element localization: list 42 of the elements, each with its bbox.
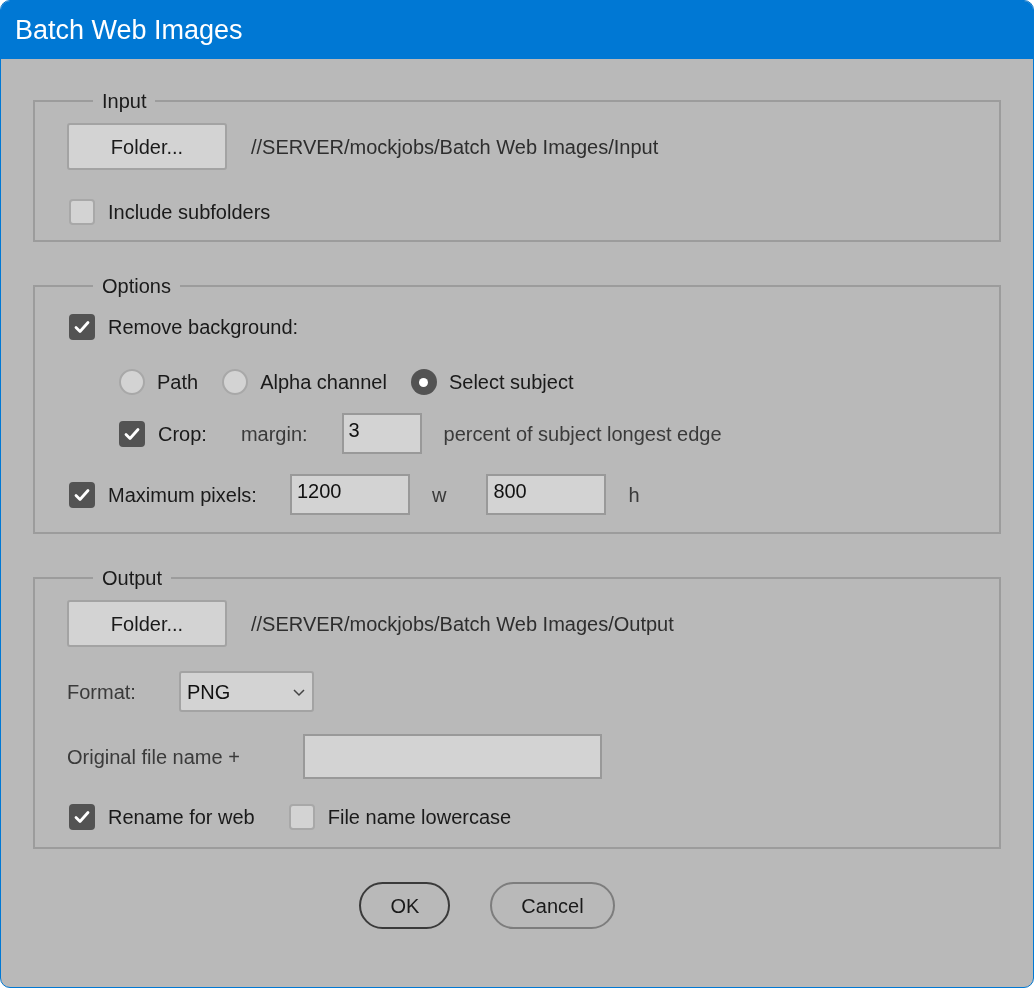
checkbox[interactable] <box>119 420 145 447</box>
radio-button[interactable] <box>410 369 437 395</box>
radio-button[interactable] <box>119 369 145 395</box>
chevron-down-icon <box>292 686 306 697</box>
height-field[interactable]: 800 <box>486 474 607 515</box>
folder-button[interactable]: Folder... <box>67 123 227 170</box>
suffix-label: Original file name + <box>67 744 241 770</box>
dialog-button[interactable]: OK <box>359 882 451 929</box>
margin-field[interactable]: 3 <box>341 413 422 454</box>
checkbox[interactable] <box>69 804 95 830</box>
checkbox-label: Include subfolders <box>108 200 271 225</box>
checkbox-label: Maximum pixels: <box>108 482 257 508</box>
checkbox[interactable] <box>69 199 95 225</box>
margin-label: margin: <box>240 421 308 447</box>
folder-path: //SERVER/mockjobs/Batch Web Images/Input <box>251 134 659 160</box>
margin-unit: percent of subject longest edge <box>443 421 722 447</box>
radio-label: Alpha channel <box>260 370 387 395</box>
height-unit: h <box>628 482 640 508</box>
folder-path: //SERVER/mockjobs/Batch Web Images/Output <box>251 611 674 637</box>
radio-button[interactable] <box>222 369 249 395</box>
check-icon <box>73 808 91 826</box>
group-title: Input <box>101 91 148 111</box>
checkbox-label: Crop: <box>158 421 207 447</box>
radio-label: Path <box>157 370 199 395</box>
group-title: Output <box>101 568 164 588</box>
suffix-field[interactable] <box>303 734 602 779</box>
checkbox-label: Rename for web <box>108 805 255 830</box>
width-unit: w <box>431 482 447 508</box>
checkbox[interactable] <box>288 804 315 830</box>
width-field[interactable]: 1200 <box>289 474 410 515</box>
window-title: Batch Web Images <box>15 13 243 47</box>
check-icon <box>73 318 91 336</box>
checkbox[interactable] <box>69 481 95 508</box>
checkbox-label: File name lowercase <box>327 805 512 830</box>
format-dropdown[interactable]: PNG <box>179 671 314 712</box>
folder-button[interactable]: Folder... <box>67 600 227 647</box>
checkbox-label: Remove background: <box>108 315 299 340</box>
radio-label: Select subject <box>448 370 574 395</box>
format-label: Format: <box>67 679 137 705</box>
checkbox[interactable] <box>69 314 95 340</box>
group-title: Options <box>101 276 172 296</box>
dialog-button[interactable]: Cancel <box>490 882 615 929</box>
